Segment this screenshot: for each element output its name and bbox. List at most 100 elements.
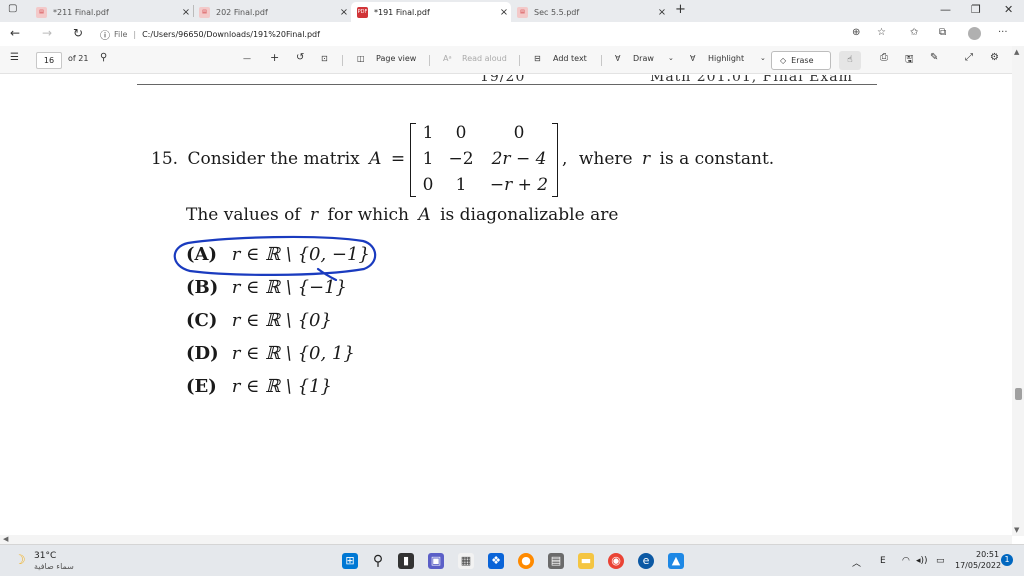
chevron-down-icon[interactable]: ⌄ <box>760 54 766 62</box>
erase-label: Erase <box>791 56 814 65</box>
address-bar: ← → ↻ ⓘ File | C:/Users/96650/Downloads/… <box>0 22 1024 46</box>
new-tab-button[interactable]: + <box>675 2 686 17</box>
matrix-cell: 1 <box>422 149 434 169</box>
header-rule <box>137 84 877 85</box>
question-intro: Consider the matrix <box>187 149 360 169</box>
save-icon[interactable]: 🖫 <box>905 52 914 69</box>
tab-sec-5-5[interactable]: ▤ Sec 5.5.pdf × <box>511 2 669 22</box>
read-aloud-button[interactable]: Read aloud <box>462 54 507 63</box>
task-view-icon[interactable]: ▮ <box>398 553 414 569</box>
option-label: (E) <box>186 376 217 397</box>
teams-chat-icon[interactable]: ▣ <box>428 553 444 569</box>
option-c: (C) r ∈ ℝ \ {0} <box>186 310 332 331</box>
dropbox-icon[interactable]: ❖ <box>488 553 504 569</box>
prompt-variable: r <box>310 205 319 225</box>
page-total: of 21 <box>68 54 89 63</box>
zoom-icon[interactable]: ⊕ <box>852 27 860 38</box>
file-explorer-icon[interactable]: ▬ <box>578 553 594 569</box>
option-text: r ∈ ℝ \ {0, 1} <box>231 343 355 364</box>
zoom-out-button[interactable]: — <box>243 54 251 63</box>
edge-icon[interactable]: e <box>638 553 654 569</box>
horizontal-scrollbar[interactable]: ◀ <box>0 535 1012 544</box>
favorite-add-icon[interactable]: ☆ <box>877 27 886 38</box>
pdf-toolbar: ☰ of 21 ⚲ — + ↺ ⊡ ◫ Page view Aᵃ Read al… <box>0 46 1024 74</box>
scroll-down-icon[interactable]: ▼ <box>1014 526 1019 534</box>
wifi-icon[interactable]: ◠ <box>902 556 910 566</box>
prompt-line: The values of r for which A is diagonali… <box>186 205 618 225</box>
photos-icon[interactable]: ▲ <box>668 553 684 569</box>
refresh-icon[interactable]: ↻ <box>73 26 83 40</box>
matrix-cell: 0 <box>422 175 434 195</box>
back-arrow-icon[interactable]: ← <box>10 26 20 40</box>
collections-icon[interactable]: ⧉ <box>939 27 946 38</box>
option-text: r ∈ ℝ \ {0} <box>231 310 332 331</box>
draw-icon[interactable]: ∀ <box>615 54 620 63</box>
scrollbar-thumb[interactable] <box>1015 388 1022 400</box>
tab-191-final[interactable]: PDF *191 Final.pdf × <box>351 2 511 22</box>
info-icon[interactable]: ⓘ <box>100 27 110 42</box>
save-as-icon[interactable]: ✎ <box>930 52 938 63</box>
tab-211-final[interactable]: ▤ *211 Final.pdf × <box>30 2 193 22</box>
option-text: r ∈ ℝ \ {1} <box>231 376 332 397</box>
zoom-in-button[interactable]: + <box>270 51 279 64</box>
calculator-icon[interactable]: ▤ <box>548 553 564 569</box>
tab-close-icon[interactable]: × <box>337 7 351 18</box>
minimize-button[interactable]: — <box>940 3 951 16</box>
add-text-button[interactable]: Add text <box>553 54 587 63</box>
firefox-icon[interactable]: ● <box>518 553 534 569</box>
erase-button[interactable]: ◇ Erase <box>771 51 831 70</box>
matrix-cell: 1 <box>422 123 434 143</box>
favorites-icon[interactable]: ✩ <box>910 27 918 38</box>
tab-close-icon[interactable]: × <box>655 7 669 18</box>
restore-button[interactable]: ❐ <box>971 3 981 16</box>
page-number-input[interactable]: 16 <box>36 52 62 69</box>
rotate-icon[interactable]: ↺ <box>296 52 304 63</box>
pdf-file-icon: PDF <box>357 6 368 18</box>
tab-202-final[interactable]: ▤ 202 Final.pdf × <box>193 2 351 22</box>
volume-icon[interactable]: ◂)) <box>916 556 928 566</box>
scroll-up-icon[interactable]: ▲ <box>1014 48 1019 56</box>
draw-button[interactable]: Draw <box>633 54 654 63</box>
highlight-button[interactable]: Highlight <box>708 54 744 63</box>
url-field[interactable]: ⓘ File | C:/Users/96650/Downloads/191%20… <box>100 25 870 43</box>
profile-avatar[interactable] <box>968 27 981 40</box>
more-menu-icon[interactable]: ··· <box>998 27 1008 38</box>
tab-close-icon[interactable]: × <box>497 7 511 18</box>
add-text-icon[interactable]: ⊟ <box>534 54 541 63</box>
find-icon[interactable]: ⚲ <box>100 52 107 63</box>
clock-time[interactable]: 20:51 <box>976 550 999 559</box>
weather-temp[interactable]: 31°C <box>34 551 56 561</box>
where-text: where <box>578 149 633 169</box>
option-e: (E) r ∈ ℝ \ {1} <box>186 376 332 397</box>
contents-icon[interactable]: ☰ <box>10 52 19 63</box>
clock-date[interactable]: 17/05/2022 <box>955 561 1001 570</box>
chevron-down-icon[interactable]: ⌄ <box>668 54 674 62</box>
touch-mode-icon[interactable]: ☝ <box>839 51 861 70</box>
pdf-page: 19/20 Math 201.01, Final Exam 15. Consid… <box>0 75 1012 535</box>
fit-page-icon[interactable]: ⊡ <box>321 54 328 63</box>
weather-moon-icon[interactable]: ☽ <box>12 553 28 569</box>
calendar-icon[interactable]: ▦ <box>458 553 474 569</box>
fullscreen-icon[interactable]: ⤢ <box>965 52 973 63</box>
notification-badge[interactable]: 1 <box>1001 554 1013 566</box>
battery-icon[interactable]: ▭ <box>936 556 945 566</box>
chrome-icon[interactable]: ◉ <box>608 553 624 569</box>
settings-icon[interactable]: ⚙ <box>990 52 999 63</box>
search-icon[interactable]: ⚲ <box>370 553 386 569</box>
start-windows-icon[interactable]: ⊞ <box>342 553 358 569</box>
page-view-button[interactable]: Page view <box>376 54 416 63</box>
close-window-button[interactable]: ✕ <box>1004 3 1013 16</box>
url-divider: | <box>133 29 137 39</box>
tab-actions-icon[interactable]: ▢ <box>8 3 17 14</box>
toolbar-divider <box>519 55 520 66</box>
option-label: (D) <box>186 343 219 364</box>
tab-close-icon[interactable]: × <box>179 7 193 18</box>
print-icon[interactable]: ⎙ <box>880 52 888 63</box>
page-view-icon[interactable]: ◫ <box>357 54 365 63</box>
scroll-left-icon[interactable]: ◀ <box>3 535 8 543</box>
vertical-scrollbar[interactable]: ▲ ▼ <box>1012 46 1024 536</box>
show-hidden-icons-icon[interactable]: ︿ <box>852 556 861 569</box>
forward-arrow-icon: → <box>42 26 53 40</box>
highlight-icon[interactable]: ∀ <box>690 54 695 63</box>
input-language[interactable]: E <box>880 556 886 566</box>
